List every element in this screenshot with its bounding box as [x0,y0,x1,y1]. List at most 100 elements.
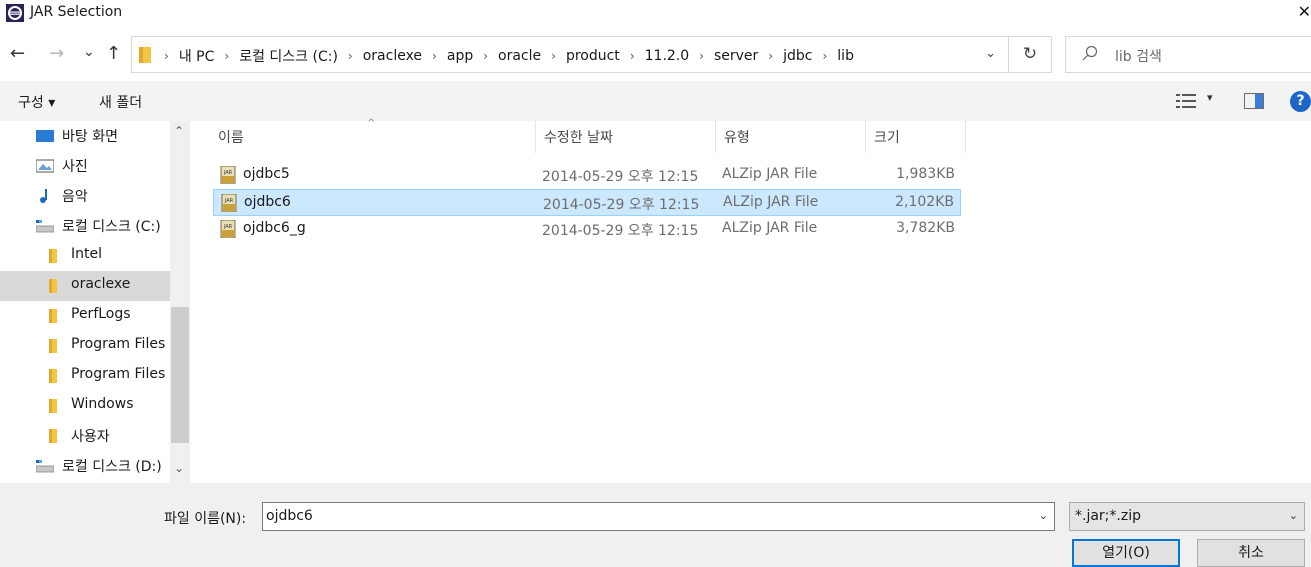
search-box[interactable]: lib 검색 [1065,36,1311,73]
breadcrumb-item[interactable]: 11.2.0 [640,48,695,64]
file-size: 1,983KB [896,166,955,182]
column-header-date[interactable]: 수정한 날짜 [536,121,716,153]
up-arrow-icon[interactable]: ↑ [106,44,121,64]
scroll-down-icon[interactable]: ⌄ [174,461,184,475]
file-row[interactable]: JAR ojdbc6 2014-05-29 오후 12:15 ALZip JAR Fi… [213,189,961,216]
sidebar-scrollbar[interactable]: ⌃ ⌄ [170,121,190,483]
breadcrumb-separator-icon[interactable]: › [159,49,174,63]
svg-text:JAR: JAR [223,170,233,176]
search-placeholder: lib 검색 [1115,49,1162,65]
sidebar-item-label: 사용자 [71,429,110,445]
breadcrumb-item[interactable]: oraclexe [358,48,427,64]
svg-text:JAR: JAR [224,198,234,204]
navigation-pane: 바탕 화면사진음악로컬 디스크 (C:) Intel oraclexe PerfLog… [0,121,190,483]
sidebar-item[interactable]: 사용자 [0,421,170,451]
sidebar-item-label: 사진 [62,159,88,175]
preview-pane-icon[interactable] [1244,93,1264,109]
folder-icon [49,249,57,263]
breadcrumb-item[interactable]: jdbc [778,48,817,64]
scrollbar-thumb[interactable] [171,307,189,443]
filename-input[interactable]: ojdbc6 ⌄ [262,502,1055,531]
sidebar-item[interactable]: Program Files ( [0,361,175,391]
jar-file-icon: JAR [220,220,236,238]
sidebar-item-label: oraclexe [71,276,131,292]
file-type: ALZip JAR File [722,220,818,236]
breadcrumb: › 내 PC › 로컬 디스크 (C:) › oraclexe › app › oracle › pr… [159,46,859,66]
breadcrumb-item[interactable]: oracle [493,48,546,64]
breadcrumb-item[interactable]: lib [832,48,859,64]
file-name: ojdbc6_g [243,220,306,236]
dialog-footer: 파일 이름(N): ojdbc6 ⌄ *.jar;*.zip ⌄ 열기(O) 취… [0,483,1311,567]
view-dropdown-icon[interactable]: ▾ [1207,91,1213,104]
sidebar-item[interactable]: 로컬 디스크 (D:) [0,451,170,481]
sidebar-item-label: Program Files ( [71,366,176,382]
folder-icon [49,309,57,323]
recent-locations-icon[interactable]: ⌄ [83,42,95,62]
sidebar-item[interactable]: 사진 [0,151,170,181]
address-dropdown-icon[interactable]: ⌄ [985,46,996,61]
breadcrumb-separator-icon[interactable]: › [546,49,561,63]
scroll-up-icon[interactable]: ⌃ [174,124,184,138]
breadcrumb-item[interactable]: product [561,48,625,64]
navigation-bar: ← → ⌄ ↑ › 내 PC › 로컬 디스크 (C:) › oraclexe › app › o… [0,34,1311,76]
breadcrumb-separator-icon[interactable]: › [219,49,234,63]
sidebar-item[interactable]: 바탕 화면 [0,121,170,151]
breadcrumb-item[interactable]: 내 PC [174,46,220,66]
address-bar[interactable]: › 내 PC › 로컬 디스크 (C:) › oraclexe › app › oracle › pr… [131,36,1009,73]
breadcrumb-item[interactable]: server [709,48,763,64]
sidebar-item[interactable]: 음악 [0,181,170,211]
breadcrumb-separator-icon[interactable]: › [427,49,442,63]
organize-button[interactable]: 구성 ▾ [18,92,55,112]
filename-dropdown-icon[interactable]: ⌄ [1039,509,1048,522]
jar-file-icon: JAR [220,166,236,184]
svg-text:JAR: JAR [223,224,233,230]
sidebar-item[interactable]: 로컬 디스크 (C:) [0,211,170,241]
breadcrumb-separator-icon[interactable]: › [478,49,493,63]
open-button[interactable]: 열기(O) [1072,539,1180,567]
column-header-size-label: 크기 [874,130,900,146]
breadcrumb-separator-icon[interactable]: › [343,49,358,63]
close-icon[interactable]: ✕ [1295,2,1311,21]
file-list: ^ 이름 수정한 날짜 유형 크기 JAR ojdbc5 2014-05-29 오후… [190,118,1311,483]
sidebar-item-label: 음악 [62,189,88,205]
file-date: 2014-05-29 오후 12:15 [542,169,699,185]
file-name: ojdbc6 [244,194,291,210]
breadcrumb-separator-icon[interactable]: › [694,49,709,63]
back-arrow-icon[interactable]: ← [10,44,25,64]
column-header-size[interactable]: 크기 [866,121,966,153]
sidebar-item[interactable]: oraclexe [0,271,170,301]
sidebar-item[interactable]: Windows [0,391,170,421]
file-type-filter[interactable]: *.jar;*.zip ⌄ [1069,502,1305,531]
column-header-type[interactable]: 유형 [716,121,866,153]
breadcrumb-item[interactable]: 로컬 디스크 (C:) [234,46,343,66]
forward-arrow-icon[interactable]: → [49,44,64,64]
sidebar-item-label: 로컬 디스크 (D:) [62,459,162,475]
file-row[interactable]: JAR ojdbc5 2014-05-29 오후 12:15 ALZip JAR Fi… [213,162,961,189]
sidebar-item[interactable]: Intel [0,241,170,271]
sidebar-item-label: 로컬 디스크 (C:) [62,219,161,235]
cancel-button[interactable]: 취소 [1197,539,1305,567]
file-type-dropdown-icon[interactable]: ⌄ [1289,509,1298,522]
sidebar-item[interactable]: PerfLogs [0,301,170,331]
file-name: ojdbc5 [243,166,290,182]
breadcrumb-separator-icon[interactable]: › [763,49,778,63]
folder-icon [49,429,57,443]
folder-icon [139,47,151,63]
breadcrumb-separator-icon[interactable]: › [817,49,832,63]
file-row[interactable]: JAR ojdbc6_g 2014-05-29 오후 12:15 ALZip JAR … [213,216,961,243]
new-folder-button[interactable]: 새 폴더 [99,92,142,112]
sidebar-item-label: Intel [71,246,102,262]
help-icon[interactable]: ? [1290,91,1311,112]
view-details-icon[interactable] [1176,93,1196,109]
drive-icon [36,220,54,233]
file-type: ALZip JAR File [722,166,818,182]
column-header-type-label: 유형 [724,130,750,146]
sidebar-item[interactable]: Program Files [0,331,170,361]
column-header-name[interactable]: 이름 [210,121,536,153]
breadcrumb-separator-icon[interactable]: › [625,49,640,63]
refresh-button[interactable]: ↻ [1009,36,1052,73]
sidebar-item-label: 바탕 화면 [62,129,118,145]
refresh-icon: ↻ [1022,44,1038,64]
column-header-date-label: 수정한 날짜 [544,130,613,146]
breadcrumb-item[interactable]: app [442,48,478,64]
